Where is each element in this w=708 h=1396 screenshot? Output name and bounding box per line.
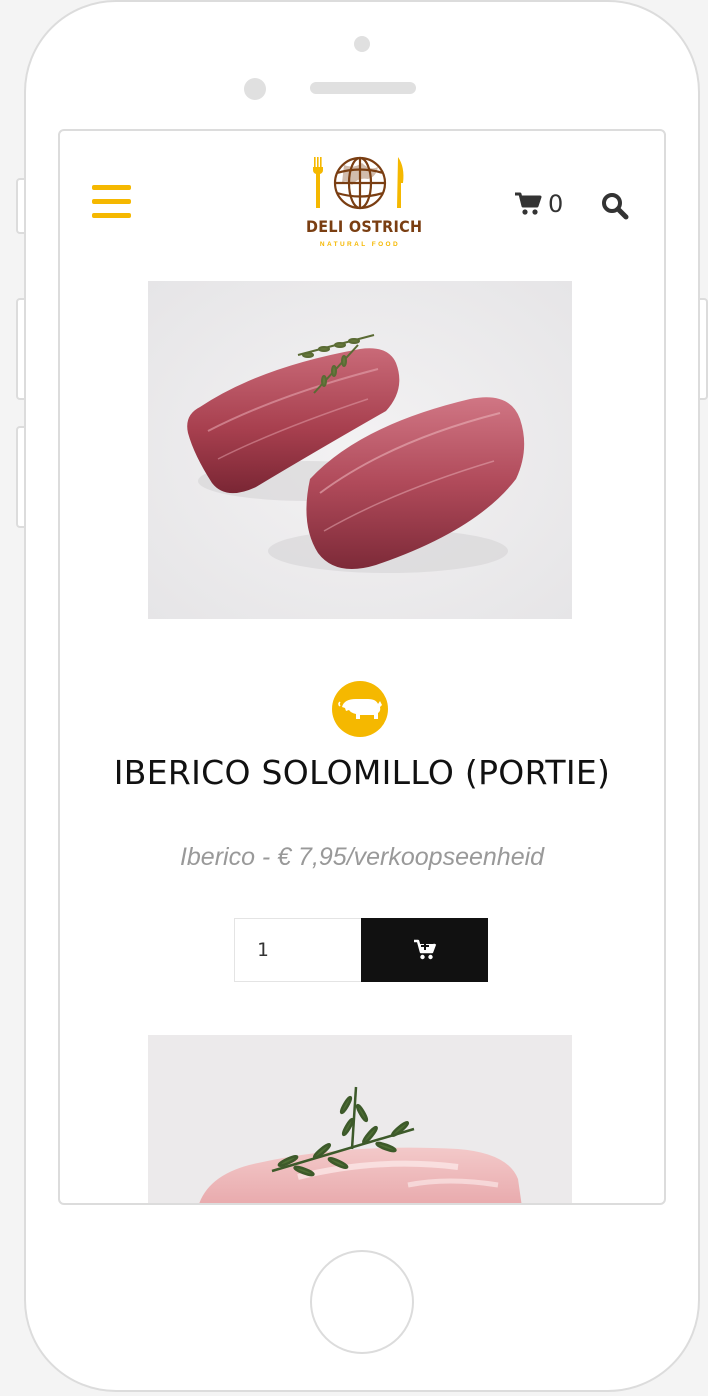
cart-icon	[515, 192, 542, 215]
category-badge	[332, 681, 388, 737]
product-title: IBERICO SOLOMILLO (PORTIE)	[113, 753, 611, 792]
search-icon[interactable]	[600, 191, 630, 221]
product-image[interactable]	[148, 1035, 572, 1203]
earpiece-speaker	[310, 82, 416, 94]
site-logo[interactable]: DELI OSTRICH NATURAL FOOD	[306, 153, 423, 259]
phone-screen: DELI OSTRICH NATURAL FOOD 0 IBERICO SOLO…	[58, 129, 666, 1205]
cart-button[interactable]: 0	[514, 187, 563, 221]
globe-cutlery-icon	[313, 156, 404, 210]
add-to-cart-button[interactable]	[361, 918, 488, 982]
product-image[interactable]	[148, 281, 572, 619]
logo-tagline: NATURAL FOOD	[319, 241, 401, 248]
home-button[interactable]	[310, 1250, 414, 1354]
proximity-sensor	[244, 78, 266, 100]
menu-icon[interactable]	[92, 185, 132, 219]
cart-plus-icon	[413, 939, 436, 960]
quantity-input[interactable]	[234, 918, 362, 982]
cart-count: 0	[548, 190, 564, 218]
pig-icon	[338, 699, 382, 719]
logo-name: DELI OSTRICH	[306, 217, 423, 236]
product-price-line: Iberico - € 7,95/verkoopseenheid	[179, 843, 545, 871]
front-camera	[354, 36, 370, 52]
